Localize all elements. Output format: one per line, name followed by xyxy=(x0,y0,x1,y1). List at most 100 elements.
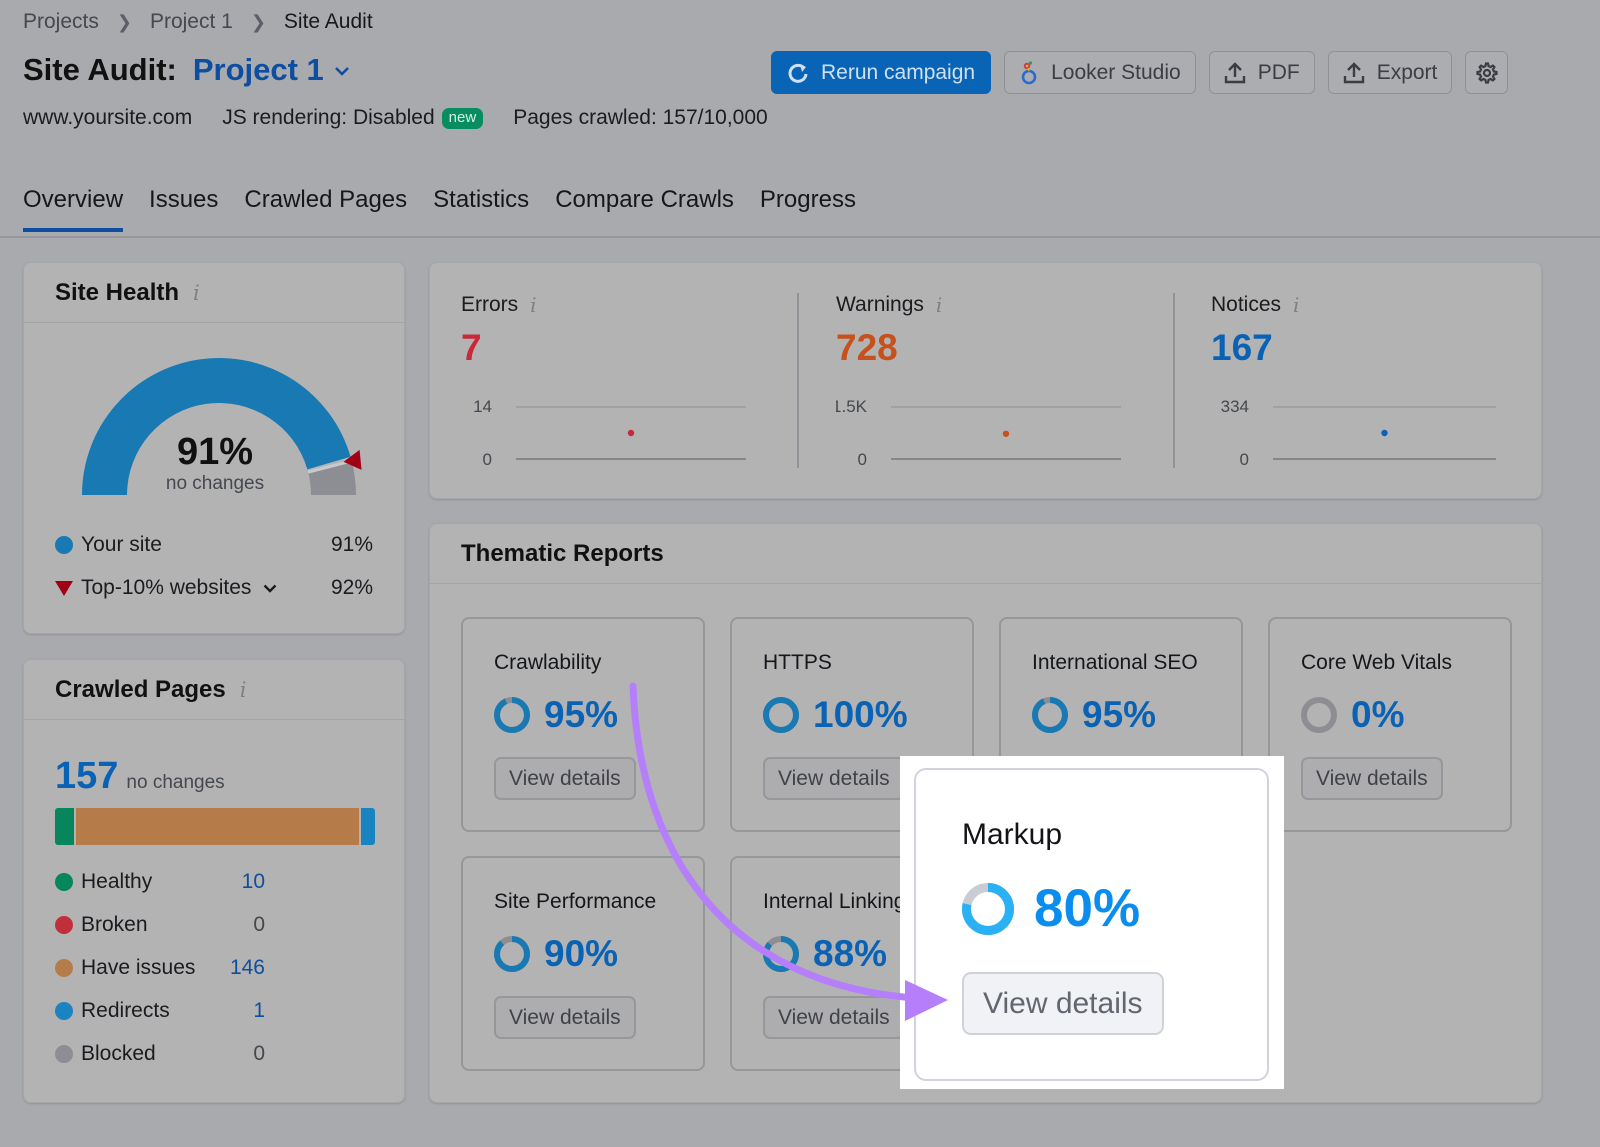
crawled-pages-count[interactable]: 157 xyxy=(55,755,118,798)
report-name: Core Web Vitals xyxy=(1301,651,1452,674)
divider xyxy=(1173,293,1175,468)
tab-compare-crawls[interactable]: Compare Crawls xyxy=(555,186,734,228)
thematic-reports-title: Thematic Reports xyxy=(461,539,664,567)
report-percent: 88% xyxy=(813,933,888,974)
pdf-button[interactable]: PDF xyxy=(1208,51,1315,94)
data-point[interactable] xyxy=(1002,430,1010,437)
view-details-button[interactable]: View details xyxy=(763,996,905,1039)
bar-segment-have-issues[interactable] xyxy=(76,808,359,845)
report-percent: 95% xyxy=(1082,694,1157,735)
tab-overview[interactable]: Overview xyxy=(23,186,124,232)
axis-tick-max: 14 xyxy=(473,397,492,416)
notices-widget: Notices i 167 334 0 xyxy=(1211,293,1541,469)
legend-your-site: Your site 91% xyxy=(55,533,373,557)
legend-label: Top-10% websites xyxy=(81,576,252,599)
report-score: 100% xyxy=(763,694,908,736)
view-details-button[interactable]: View details xyxy=(494,996,636,1039)
report-score: 80% xyxy=(962,878,1140,939)
view-details-button[interactable]: View details xyxy=(1301,757,1443,800)
report-percent: 0% xyxy=(1351,694,1405,735)
bar-segment-healthy[interactable] xyxy=(55,808,75,845)
breadcrumb-projects[interactable]: Projects xyxy=(23,10,99,34)
legend-label: Your site xyxy=(81,533,162,556)
ring-fill xyxy=(1032,697,1068,733)
crawled-status-row: Broken 0 xyxy=(55,913,265,937)
tab-crawled-pages[interactable]: Crawled Pages xyxy=(244,186,407,228)
warnings-label: Warnings xyxy=(836,293,924,316)
view-details-button[interactable]: View details xyxy=(763,757,905,800)
crawled-status-row: Healthy 10 xyxy=(55,870,265,894)
thematic-reports-header: Thematic Reports xyxy=(430,524,1541,584)
report-score: 95% xyxy=(1032,694,1156,736)
notices-mini-chart: 334 0 xyxy=(1221,397,1496,469)
score-ring-icon xyxy=(494,697,530,733)
status-dot-icon xyxy=(55,959,73,977)
warnings-count[interactable]: 728 xyxy=(836,327,1166,369)
tab-progress[interactable]: Progress xyxy=(760,186,856,228)
crawled-status-row: Have issues 146 xyxy=(55,956,265,980)
status-label: Redirects xyxy=(81,999,170,1022)
axis-tick-min: 0 xyxy=(1240,450,1249,469)
report-name: Crawlability xyxy=(494,651,602,674)
breadcrumb: Projects ❯ Project 1 ❯ Site Audit xyxy=(23,10,373,34)
crawled-status-row: Blocked 0 xyxy=(55,1042,265,1066)
status-label: Blocked xyxy=(81,1042,156,1065)
score-ring-icon xyxy=(1032,697,1068,733)
report-percent: 100% xyxy=(813,694,908,735)
axis-tick-min: 0 xyxy=(858,450,867,469)
errors-count[interactable]: 7 xyxy=(461,327,791,369)
score-ring-icon xyxy=(962,882,1014,935)
report-name: International SEO xyxy=(1032,651,1198,674)
site-health-change: no changes xyxy=(165,473,265,494)
tab-issues[interactable]: Issues xyxy=(149,186,218,228)
upload-icon xyxy=(1224,61,1245,83)
upload-icon xyxy=(1343,61,1364,83)
looker-studio-icon xyxy=(1021,60,1037,84)
status-count[interactable]: 1 xyxy=(253,999,265,1023)
page-title: Site Audit: Project 1 xyxy=(23,52,350,88)
legend-top-10[interactable]: Top-10% websites 92% xyxy=(55,576,373,600)
warnings-widget: Warnings i 728 1.5K 0 xyxy=(836,293,1166,469)
tab-bar: Overview Issues Crawled Pages Statistics… xyxy=(23,186,856,232)
status-count: 0 xyxy=(253,1042,265,1065)
info-icon[interactable]: i xyxy=(1293,293,1299,317)
report-percent: 80% xyxy=(1034,879,1141,938)
chevron-down-icon[interactable] xyxy=(263,580,277,597)
breadcrumb-project[interactable]: Project 1 xyxy=(150,10,233,34)
js-rendering-label[interactable]: JS rendering: Disabled xyxy=(222,106,434,130)
bar-segment-redirects[interactable] xyxy=(360,808,375,845)
refresh-icon xyxy=(788,63,808,83)
settings-button[interactable] xyxy=(1465,51,1509,94)
export-label: Export xyxy=(1376,60,1438,84)
report-percent: 90% xyxy=(544,933,619,974)
report-score: 0% xyxy=(1301,694,1404,736)
site-health-score: 91% xyxy=(176,431,254,473)
status-count[interactable]: 146 xyxy=(230,956,265,980)
markup-view-details-button[interactable]: View details xyxy=(962,972,1164,1035)
site-health-header: Site Health i xyxy=(24,263,404,323)
looker-studio-button[interactable]: Looker Studio xyxy=(1004,51,1196,94)
issues-summary-card: Errors i 7 14 0 Warnings i 728 1.5K 0 Notice… xyxy=(429,262,1542,499)
report-card-crawlability: Crawlability 95% View details xyxy=(461,617,705,832)
data-point[interactable] xyxy=(627,429,635,437)
tab-statistics[interactable]: Statistics xyxy=(433,186,529,228)
info-icon[interactable]: i xyxy=(530,293,536,317)
notices-label: Notices xyxy=(1211,293,1282,316)
js-rendering-status: JS rendering: Disabled new xyxy=(222,106,484,130)
chevron-down-icon[interactable] xyxy=(334,60,350,81)
gear-icon xyxy=(1476,61,1498,84)
project-selector[interactable]: Project 1 xyxy=(193,52,324,88)
data-point[interactable] xyxy=(1381,429,1388,437)
notices-count[interactable]: 167 xyxy=(1211,327,1541,369)
export-button[interactable]: Export xyxy=(1327,51,1453,94)
view-details-button[interactable]: View details xyxy=(494,757,636,800)
axis-tick-max: 1.5K xyxy=(836,397,868,416)
info-icon[interactable]: i xyxy=(936,293,942,317)
crawled-pages-title: Crawled Pages xyxy=(55,675,226,703)
rerun-campaign-button[interactable]: Rerun campaign xyxy=(771,51,992,94)
info-icon[interactable]: i xyxy=(193,281,200,305)
status-dot-icon xyxy=(55,1002,73,1020)
status-count[interactable]: 10 xyxy=(242,870,265,894)
info-icon[interactable]: i xyxy=(240,678,247,702)
page-title-label: Site Audit: xyxy=(23,52,177,87)
